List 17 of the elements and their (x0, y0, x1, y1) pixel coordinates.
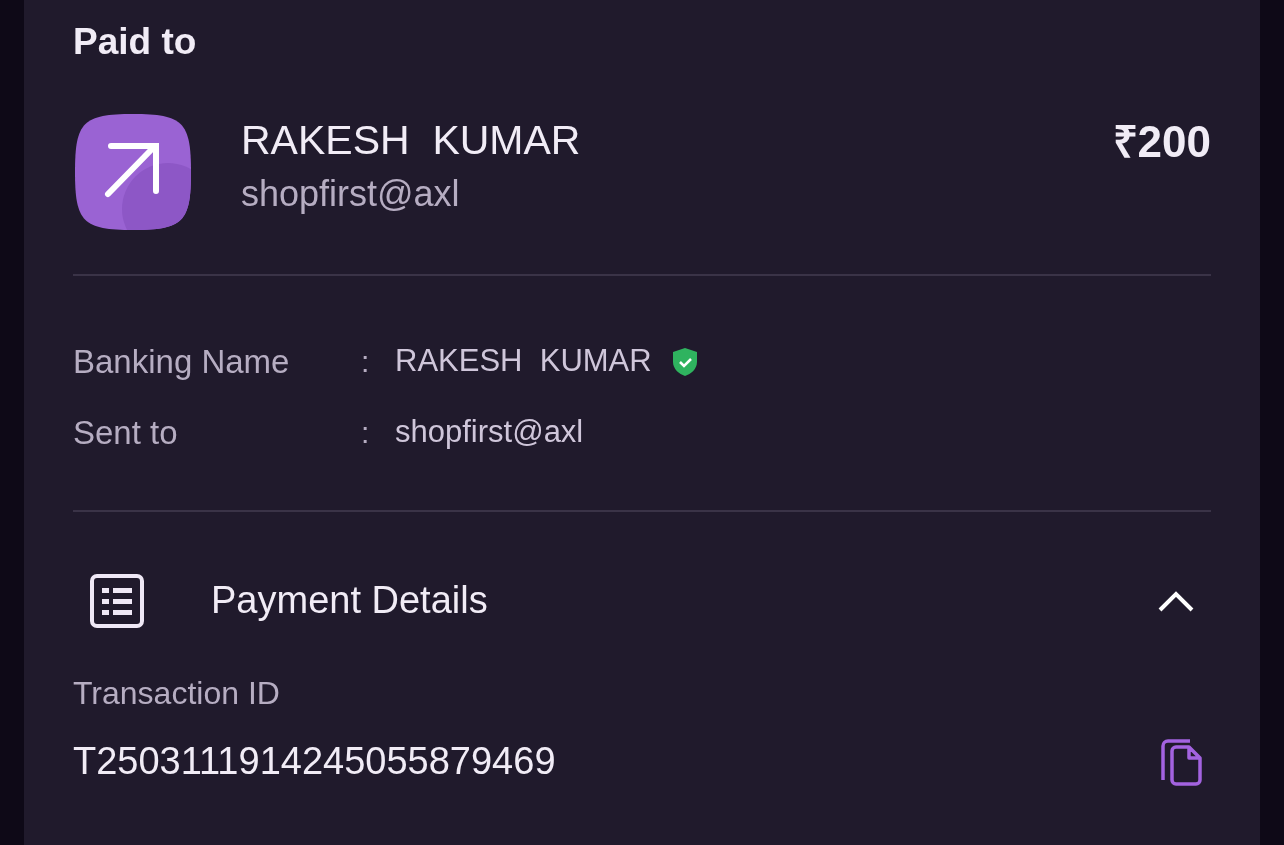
amount: ₹200 (1112, 116, 1211, 168)
list-icon (89, 572, 145, 629)
separator: : (361, 415, 371, 451)
field-value: shopfirst@axl (395, 413, 584, 452)
field-value: RAKESH KUMAR (395, 342, 652, 381)
payee-name: RAKESH KUMAR (241, 116, 582, 164)
upi-id: shopfirst@axl (241, 172, 461, 216)
separator: : (361, 344, 371, 380)
field-label: Transaction ID (73, 674, 281, 713)
copy-button[interactable] (1161, 737, 1203, 786)
copy-icon (1161, 737, 1203, 786)
outgoing-payment-icon (73, 112, 193, 232)
section-title: Paid to (73, 20, 198, 64)
transaction-id: T2503111914245055879469 (73, 739, 556, 784)
field-label: Banking Name (73, 341, 291, 382)
field-label: Sent to (73, 412, 179, 453)
section-heading: Payment Details (211, 578, 489, 623)
